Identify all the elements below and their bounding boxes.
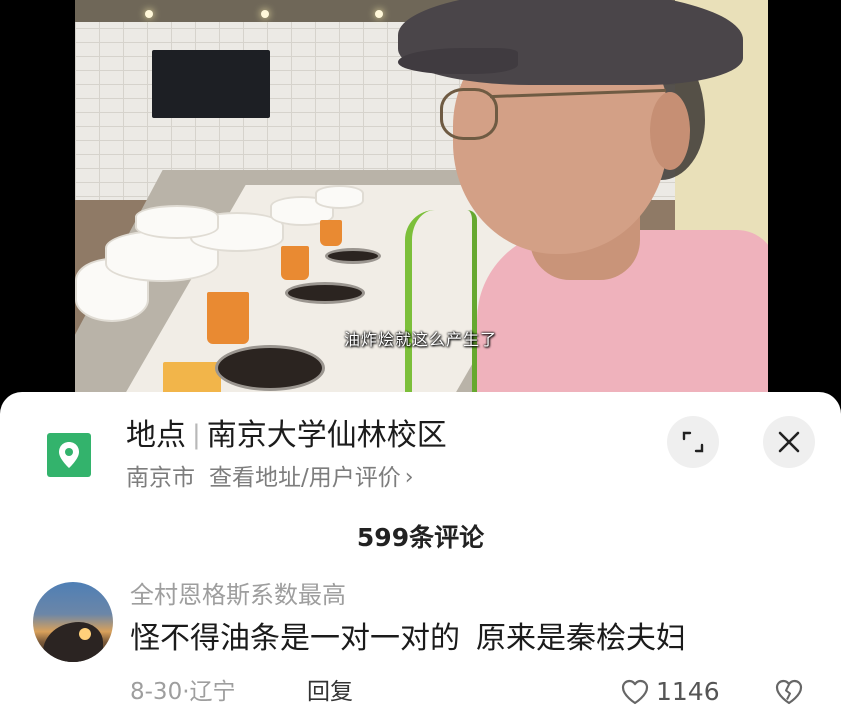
location-subtitle[interactable]: 南京市 查看地址/用户评价 › bbox=[126, 462, 414, 495]
heart-icon[interactable] bbox=[620, 678, 650, 710]
location-label: 地点 bbox=[126, 418, 186, 453]
avatar[interactable] bbox=[33, 582, 113, 662]
wall-tv bbox=[152, 50, 270, 118]
view-address-link[interactable]: 查看地址/用户评价 bbox=[209, 465, 401, 491]
comment-text-part: 原来是秦桧夫妇 bbox=[476, 621, 686, 656]
reply-button[interactable]: 回复 bbox=[307, 676, 353, 708]
broken-heart-icon[interactable] bbox=[774, 678, 804, 710]
food-bowl bbox=[135, 205, 219, 239]
expand-icon bbox=[682, 431, 704, 453]
hotpot-well bbox=[215, 345, 325, 391]
location-city: 南京市 bbox=[126, 465, 195, 491]
avatar-hill bbox=[43, 622, 103, 662]
close-button[interactable] bbox=[763, 416, 815, 468]
location-name: 南京大学仙林校区 bbox=[206, 418, 447, 453]
orange-cup bbox=[320, 220, 342, 246]
hotpot-well bbox=[325, 248, 381, 264]
comment-date-location: 8-30·辽宁 bbox=[130, 679, 236, 705]
comment-text: 怪不得油条是一对一对的 原来是秦桧夫妇 bbox=[130, 619, 686, 659]
like-count: 1146 bbox=[656, 677, 720, 706]
avatar-sun bbox=[79, 628, 91, 640]
location-title[interactable]: 地点 | 南京大学仙林校区 bbox=[126, 418, 447, 455]
video-subtitle: 油炸烩就这么产生了 bbox=[343, 330, 497, 349]
video-player[interactable]: 油炸烩就这么产生了 bbox=[0, 0, 841, 395]
comment-text-part: 怪不得油条是一对一对的 bbox=[130, 621, 460, 656]
ceiling-light bbox=[375, 10, 383, 18]
location-pin-icon bbox=[47, 433, 91, 477]
food-bowl bbox=[315, 185, 364, 209]
juice-cup bbox=[163, 362, 221, 395]
close-icon bbox=[778, 431, 800, 453]
ceiling-light bbox=[261, 10, 269, 18]
comment-username[interactable]: 全村恩格斯系数最高 bbox=[130, 579, 346, 611]
comments-count: 599条评论 bbox=[356, 523, 485, 552]
green-chair bbox=[405, 210, 477, 395]
person-ear bbox=[650, 92, 690, 170]
ceiling-light bbox=[145, 10, 153, 18]
hotpot-well bbox=[285, 282, 365, 304]
orange-cup bbox=[281, 246, 309, 280]
person-cap-brim bbox=[398, 48, 518, 74]
location-separator: | bbox=[192, 420, 201, 450]
chevron-right-icon: › bbox=[404, 465, 414, 490]
expand-button[interactable] bbox=[667, 416, 719, 468]
